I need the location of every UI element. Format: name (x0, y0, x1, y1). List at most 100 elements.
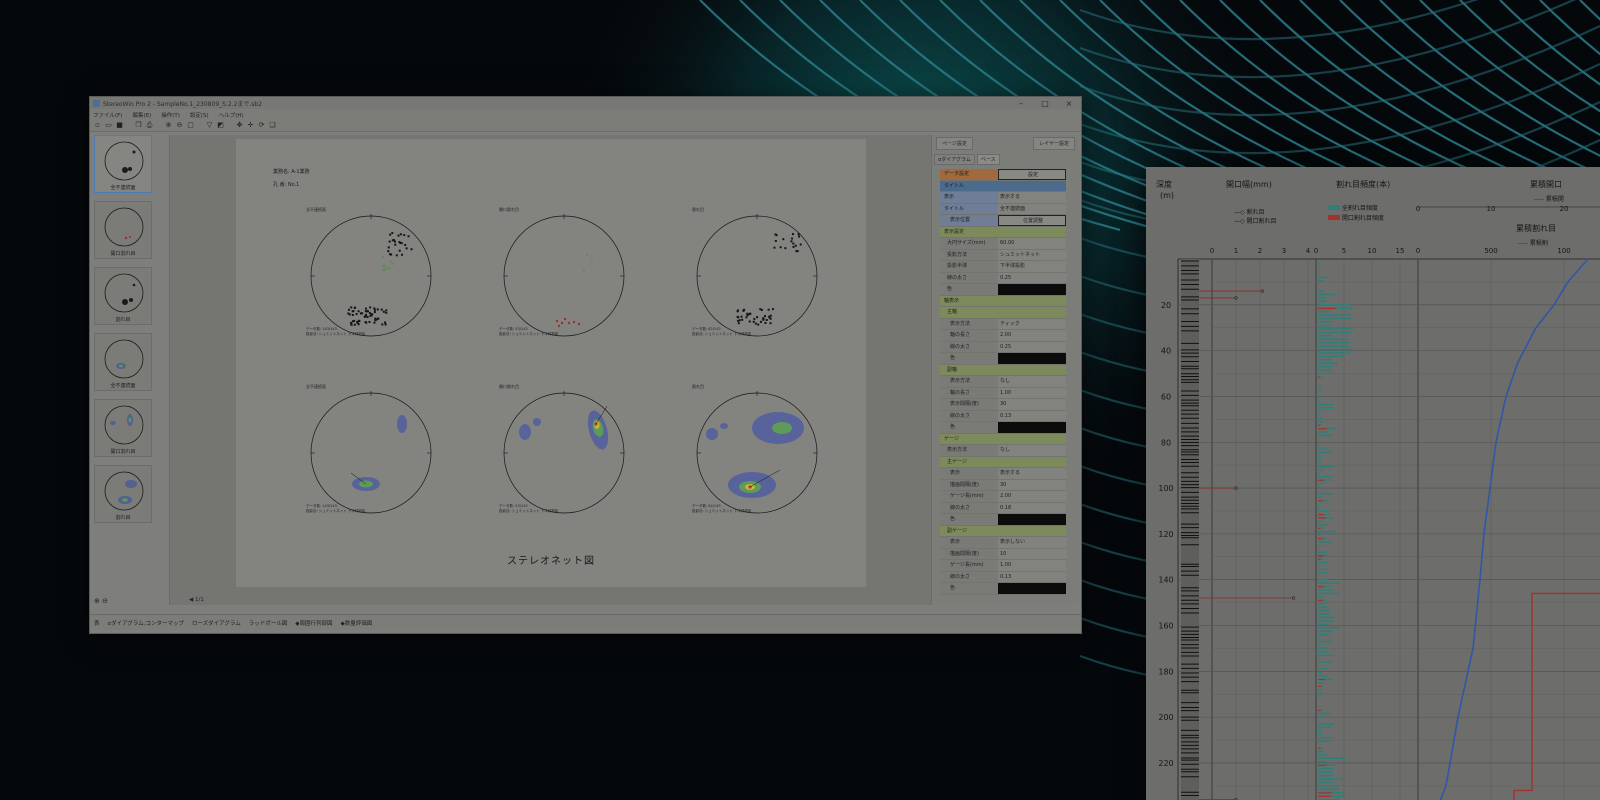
property-row[interactable]: 描画間隔(度) 10 (940, 548, 1066, 560)
property-row[interactable]: 表示間隔(度) 30 (940, 399, 1066, 411)
property-row[interactable]: 描画間隔(度) 30 (940, 479, 1066, 491)
property-row[interactable]: タイトル (940, 180, 1066, 192)
tab-rad-pole[interactable]: ラッドポール図 (249, 619, 288, 627)
open-icon[interactable]: ▭ (104, 121, 113, 130)
zoom-in-icon[interactable]: ⊕ (164, 121, 173, 130)
property-value[interactable] (998, 364, 1066, 375)
layer-settings-button[interactable]: レイヤー設定 (1033, 137, 1075, 150)
property-value[interactable]: 1.00 (998, 387, 1066, 398)
move-icon[interactable]: ✥ (235, 121, 244, 130)
color-swatch[interactable] (998, 353, 1066, 364)
property-row[interactable]: データ設定 設定 (940, 169, 1066, 181)
property-row[interactable]: ゲージ長(mm) 2.00 (940, 491, 1066, 503)
print-icon[interactable]: ⎙ (145, 121, 154, 130)
stereonet-points-all[interactable]: 全不連続面 データ数: 143/143 投影法: シュミットネット 下半球投影 (306, 207, 436, 357)
property-row[interactable]: 投影半球 下半球投影 (940, 261, 1066, 273)
property-row[interactable]: 大円サイズ(mm) 60.00 (940, 238, 1066, 250)
pan-icon[interactable]: ✛ (246, 121, 255, 130)
tab-alpha-contour[interactable]: αダイアグラム,コンターマップ (108, 619, 184, 627)
property-value[interactable] (998, 433, 1066, 444)
property-value[interactable] (998, 226, 1066, 237)
save-icon[interactable]: ■ (115, 121, 124, 130)
property-value[interactable] (998, 456, 1066, 467)
property-value[interactable]: 表示しない (998, 537, 1066, 548)
filter-icon[interactable]: ▽ (205, 121, 214, 130)
property-row[interactable]: 表示方法 なし (940, 376, 1066, 388)
property-value[interactable]: 1.00 (998, 560, 1066, 571)
menu-help[interactable]: ヘルプ(H) (219, 111, 244, 119)
thumbnail[interactable]: 割れ目 (94, 465, 152, 523)
property-row[interactable]: ゲージ (940, 433, 1066, 445)
tab-matrix[interactable]: ◆周囲行列部図 (295, 619, 332, 627)
zoom-in-icon[interactable]: ⊕ (94, 597, 100, 605)
new-icon[interactable]: ▫ (93, 121, 102, 130)
fit-icon[interactable]: ▢ (186, 121, 195, 130)
property-row[interactable]: 投影方法 シュミットネット (940, 249, 1066, 261)
thumbnail[interactable]: 割れ目 (94, 267, 152, 325)
property-row[interactable]: 表示方法 ティック (940, 318, 1066, 330)
property-row[interactable]: 副ゲージ (940, 525, 1066, 537)
color-swatch[interactable] (998, 422, 1066, 433)
minimize-button[interactable]: – (1009, 99, 1033, 108)
tab-alpha-diagram[interactable]: αダイアグラム (934, 154, 975, 165)
thumbnail[interactable]: 開口割れ目 (94, 201, 152, 259)
property-value[interactable]: 0.25 (998, 341, 1066, 352)
property-value[interactable] (998, 180, 1066, 191)
property-value[interactable]: 0.25 (998, 272, 1066, 283)
property-value[interactable]: 2.00 (998, 491, 1066, 502)
stereonet-contour-fracture[interactable]: 割れ目 データ数: 62/143 投影法: シュミットネット 下半球投影 (692, 384, 822, 534)
tab-table[interactable]: 表 (94, 619, 100, 627)
property-row[interactable]: 線の太さ 0.25 (940, 272, 1066, 284)
layers-icon[interactable]: ❏ (268, 121, 277, 130)
property-value[interactable]: 30 (998, 479, 1066, 490)
property-row[interactable]: 表示 表示しない (940, 537, 1066, 549)
property-value[interactable]: 2.00 (998, 330, 1066, 341)
zoom-out-icon[interactable]: ⊖ (102, 597, 108, 605)
color-swatch[interactable] (998, 514, 1066, 525)
property-value[interactable]: 10 (998, 548, 1066, 559)
color-swatch[interactable] (998, 284, 1066, 295)
property-value[interactable]: 30 (998, 399, 1066, 410)
property-row[interactable]: タイトル 全不連続面 (940, 203, 1066, 215)
page-settings-button[interactable]: ページ設定 (936, 137, 973, 150)
rotate-icon[interactable]: ⟳ (257, 121, 266, 130)
menu-edit[interactable]: 編集(E) (132, 111, 151, 119)
thumbnail[interactable]: 全不連続面 (94, 333, 152, 391)
property-value[interactable]: 表示する (998, 468, 1066, 479)
property-row[interactable]: 線の太さ 0.18 (940, 502, 1066, 514)
property-row[interactable]: 表示位置 位置調整 (940, 215, 1066, 227)
property-row[interactable]: 表示 表示する (940, 192, 1066, 204)
prev-page-icon[interactable]: ◀ (189, 597, 193, 603)
property-value[interactable]: なし (998, 445, 1066, 456)
property-row[interactable]: 副軸 (940, 364, 1066, 376)
property-row[interactable]: 表示方法 なし (940, 445, 1066, 457)
property-row[interactable]: 表示 表示する (940, 468, 1066, 480)
thumbnail[interactable]: 全不連続面 (94, 135, 152, 193)
property-row[interactable]: 表示設定 (940, 226, 1066, 238)
menu-file[interactable]: ファイル(F) (93, 111, 122, 119)
stereonet-points-open[interactable]: 開口割れ目 データ数: 53/143 投影法: シュミットネット 下半球投影 (499, 207, 629, 357)
stereonet-contour-all[interactable]: 全不連続面 データ数: 143/143 投影法: シュミットネット 下半球投影 (306, 384, 436, 534)
tab-base[interactable]: ベース (976, 154, 1000, 165)
page-canvas[interactable]: 業務名: A-1業務 孔 番: No.1 全不連続面 データ数: 143/143… (169, 135, 931, 605)
zoom-out-icon[interactable]: ⊖ (175, 121, 184, 130)
property-value[interactable]: 0.18 (998, 502, 1066, 513)
property-row[interactable]: 軸表示 (940, 295, 1066, 307)
property-value[interactable]: ティック (998, 318, 1066, 329)
property-value[interactable] (998, 525, 1066, 536)
property-value[interactable]: 表示する (998, 192, 1066, 203)
property-row[interactable]: 色 (940, 514, 1066, 526)
color-swatch[interactable] (998, 583, 1066, 594)
property-value[interactable] (998, 307, 1066, 318)
property-row[interactable]: 線の太さ 0.13 (940, 410, 1066, 422)
property-row[interactable]: ゲージ長(mm) 1.00 (940, 560, 1066, 572)
close-button[interactable]: × (1057, 99, 1081, 108)
property-row[interactable]: 軸の長さ 1.00 (940, 387, 1066, 399)
property-value[interactable]: シュミットネット (998, 249, 1066, 260)
menu-settings[interactable]: 設定(S) (190, 111, 209, 119)
property-value[interactable]: 60.00 (998, 238, 1066, 249)
tab-rose-diagram[interactable]: ローズダイアグラム (192, 619, 241, 627)
property-value[interactable]: 全不連続面 (998, 203, 1066, 214)
property-row[interactable]: 主軸 (940, 307, 1066, 319)
property-value[interactable]: 0.13 (998, 410, 1066, 421)
